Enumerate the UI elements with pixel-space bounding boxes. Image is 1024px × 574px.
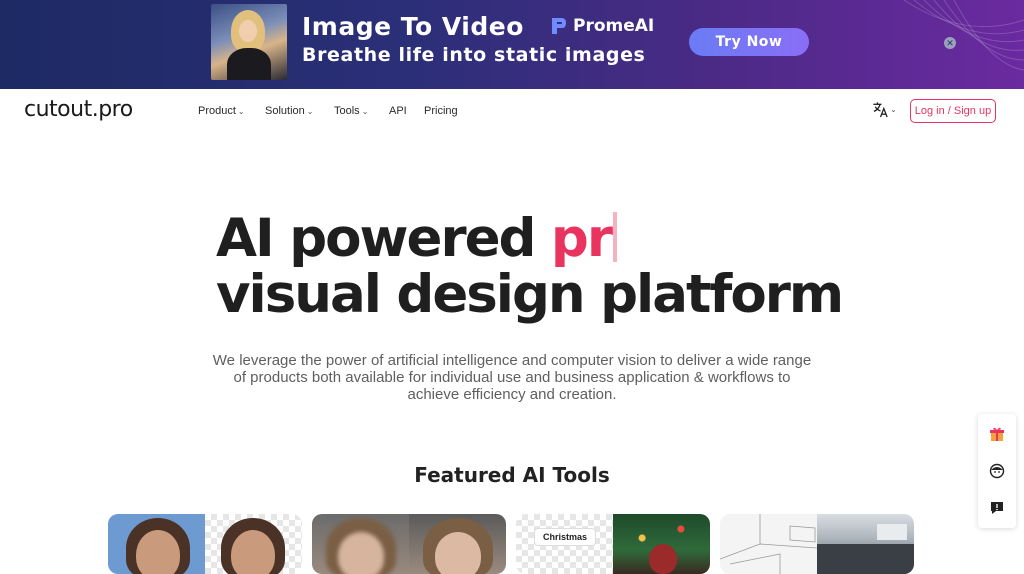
hero-description: We leverage the power of artificial inte… — [212, 352, 812, 403]
christmas-tag: Christmas — [534, 528, 597, 546]
chevron-down-icon: ⌄ — [306, 106, 314, 116]
christmas-card[interactable]: Christmas — [516, 514, 710, 574]
card-after-image — [205, 514, 302, 574]
background-remover-card[interactable] — [108, 514, 302, 574]
nav-item-label: API — [389, 105, 407, 117]
hero-typed-text: pr — [550, 208, 613, 269]
feedback-icon[interactable] — [987, 498, 1007, 518]
card-after-image — [613, 514, 710, 574]
chevron-down-icon: ⌄ — [237, 106, 245, 116]
nav-item-label: Pricing — [424, 105, 458, 117]
featured-tools-title: Featured AI Tools — [414, 463, 610, 487]
nav-menu: Product ⌄ Solution ⌄ Tools ⌄ API Pricing — [198, 105, 464, 117]
promeai-icon — [552, 18, 566, 34]
support-chat-icon[interactable] — [987, 461, 1007, 481]
promeai-logo: PromeAI — [549, 16, 654, 36]
language-selector[interactable]: ⌄ — [872, 101, 897, 118]
close-icon[interactable]: ✕ — [944, 37, 956, 49]
gift-icon[interactable] — [987, 424, 1007, 444]
banner-subtitle: Breathe life into static images — [302, 44, 646, 66]
nav-item-api[interactable]: API — [389, 105, 424, 117]
nav-item-label: Tools — [334, 105, 360, 117]
card-before-image — [720, 514, 818, 574]
hero-heading-prefix: AI powered — [216, 208, 551, 269]
nav-item-product[interactable]: Product ⌄ — [198, 105, 265, 117]
hero-heading-line1: AI powered pr — [216, 208, 617, 269]
try-now-button[interactable]: Try Now — [689, 28, 809, 56]
nav-item-label: Solution — [265, 105, 305, 117]
nav-item-pricing[interactable]: Pricing — [424, 105, 464, 117]
typing-cursor — [613, 212, 617, 262]
card-before-image: Christmas — [516, 514, 613, 574]
banner-title: Image To Video — [302, 12, 524, 41]
promeai-brand-text: PromeAI — [573, 16, 655, 36]
top-nav: cutout.pro Product ⌄ Solution ⌄ Tools ⌄ API… — [0, 89, 1024, 133]
nav-item-label: Product — [198, 105, 236, 117]
chevron-down-icon: ⌄ — [890, 105, 897, 114]
nav-item-tools[interactable]: Tools ⌄ — [334, 105, 389, 117]
nav-item-solution[interactable]: Solution ⌄ — [265, 105, 334, 117]
card-after-image — [817, 514, 914, 574]
floating-side-toolbar — [978, 414, 1016, 528]
card-before-image — [108, 514, 205, 574]
hero-heading-line2: visual design platform — [216, 264, 844, 325]
banner-photo — [211, 4, 287, 80]
login-signup-button[interactable]: Log in / Sign up — [910, 99, 996, 123]
card-before-image — [312, 514, 409, 574]
interior-design-card[interactable] — [720, 514, 914, 574]
promo-banner[interactable]: Image To Video PromeAI Breathe life into… — [0, 0, 1024, 89]
sketch-drawing — [720, 514, 818, 574]
site-logo[interactable]: cutout.pro — [24, 97, 133, 122]
photo-enhancer-card[interactable] — [312, 514, 506, 574]
translate-icon — [873, 102, 888, 118]
card-after-image — [409, 514, 506, 574]
chevron-down-icon: ⌄ — [361, 106, 369, 116]
